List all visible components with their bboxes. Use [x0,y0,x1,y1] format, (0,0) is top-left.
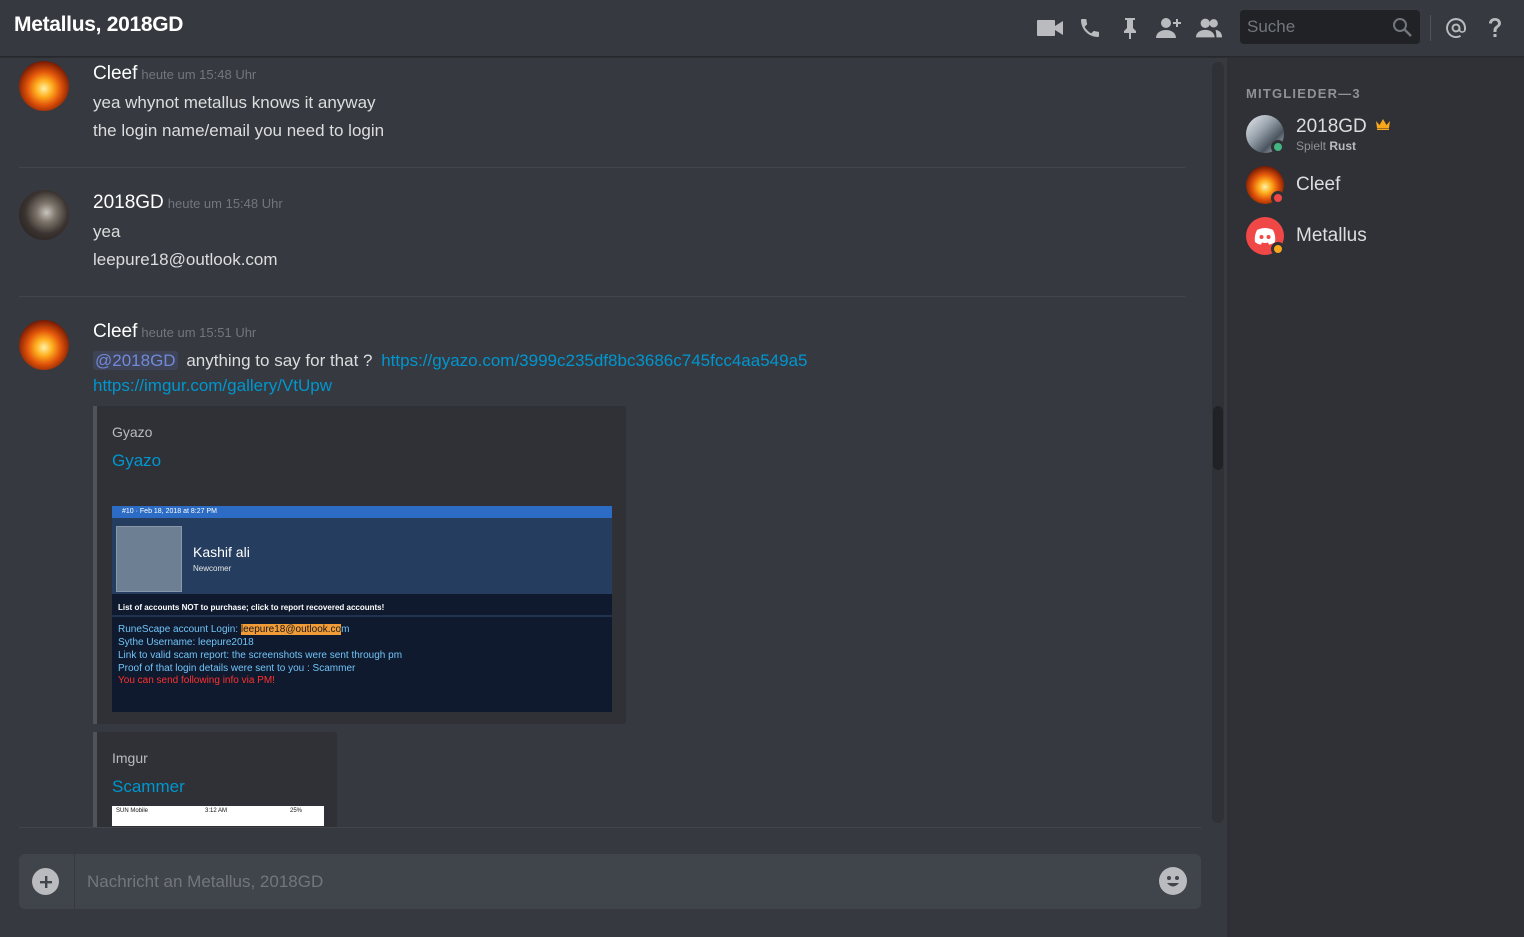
idle-status-icon [1271,242,1285,256]
video-call-icon[interactable] [1036,14,1064,42]
avatar[interactable] [19,190,69,240]
message-composer [19,854,1201,909]
imgur-embed: Imgur Scammer SUN Mobile 3:12 AM 25% [93,732,337,827]
message-text: yea [93,222,121,241]
add-friend-icon[interactable] [1155,14,1183,42]
member-list-heading: MITGLIEDER—3 [1246,86,1361,101]
message-author[interactable]: 2018GD heute um 15:48 Uhr [93,192,283,214]
help-icon[interactable] [1481,14,1509,42]
search-box[interactable] [1240,10,1420,44]
message-timestamp: heute um 15:48 Uhr [167,196,283,211]
emoji-picker-icon[interactable] [1159,867,1187,895]
image-text-highlight: leepure18@outlook.co [240,624,342,635]
image-username: Kashif ali [193,544,250,560]
member-name: Cleef [1296,174,1341,195]
member-name-text: 2018GD [1296,116,1367,137]
member-item-2018gd[interactable]: 2018GD Spielt Rust [1227,110,1524,156]
embed-thumbnail[interactable]: SUN Mobile 3:12 AM 25% [112,806,324,826]
member-name: 2018GD [1296,114,1391,138]
image-topbar: #10 · Feb 18, 2018 at 8:27 PM [112,506,612,518]
scrollbar-thumb[interactable] [1213,406,1223,470]
message-list: Cleef heute um 15:48 Uhr yea whynot metal… [0,58,1212,827]
thumb-carrier: SUN Mobile [116,808,149,814]
image-text: You can send following info via PM! [118,675,275,686]
online-status-icon [1271,140,1285,154]
member-list-icon[interactable] [1195,14,1223,42]
author-name[interactable]: 2018GD [93,192,164,213]
member-item-metallus[interactable]: Metallus [1227,212,1524,258]
member-activity: Spielt Rust [1296,139,1356,153]
image-rank: Newcomer [193,564,232,573]
profile-placeholder-icon [116,526,182,592]
image-text-tail: m [341,624,350,635]
image-text: RuneScape account Login: leepure18@outlo… [118,624,349,635]
message-group: Cleef heute um 15:51 Uhr @2018GD anything… [0,318,1200,827]
thumb-time: 3:12 AM [205,808,228,814]
user-mention[interactable]: @2018GD [93,351,178,370]
message-divider [19,167,1185,168]
avatar[interactable] [19,61,69,111]
image-text-label: RuneScape account Login: [118,624,239,635]
message-text: @2018GD anything to say for that ? https… [93,351,807,371]
message-text: https://imgur.com/gallery/VtUpw [93,376,332,396]
gyazo-link[interactable]: https://gyazo.com/3999c235df8bc3686c745f… [381,351,807,370]
member-name: Metallus [1296,225,1367,246]
composer-separator [74,854,75,909]
member-item-cleef[interactable]: Cleef [1227,161,1524,207]
dnd-status-icon [1271,191,1285,205]
imgur-link[interactable]: https://imgur.com/gallery/VtUpw [93,376,332,395]
crown-icon [1376,114,1391,136]
search-icon[interactable] [1392,17,1412,37]
search-input[interactable] [1240,10,1390,44]
author-name[interactable]: Cleef [93,321,137,342]
message-text: leepure18@outlook.com [93,250,278,269]
image-heading: List of accounts NOT to purchase; click … [112,599,612,617]
message-timestamp: heute um 15:51 Uhr [141,325,257,340]
message-divider [19,296,1185,297]
image-text: Sythe Username: leepure2018 [118,637,254,648]
embed-title[interactable]: Gyazo [112,451,161,471]
activity-game: Rust [1329,139,1357,153]
message-text: yea whynot metallus knows it anyway [93,93,376,112]
pinned-messages-icon[interactable] [1116,14,1144,42]
gyazo-embed: Gyazo Gyazo #10 · Feb 18, 2018 at 8:27 P… [93,406,626,724]
avatar[interactable] [19,320,69,370]
mentions-icon[interactable] [1442,14,1470,42]
thumb-battery: 25% [290,808,303,814]
message-timestamp: heute um 15:48 Uhr [141,67,257,82]
image-text: Proof of that login details were sent to… [118,663,356,674]
embed-provider: Gyazo [112,424,153,440]
message-text: the login name/email you need to login [93,121,385,140]
message-author[interactable]: Cleef heute um 15:48 Uhr [93,63,256,85]
author-name[interactable]: Cleef [93,63,137,84]
activity-prefix: Spielt [1296,139,1327,153]
voice-call-icon[interactable] [1076,14,1104,42]
chat-header: Metallus, 2018GD [0,0,1524,57]
embed-title[interactable]: Scammer [112,777,185,797]
upload-plus-icon[interactable] [32,868,59,895]
image-text: Link to valid scam report: the screensho… [118,650,403,661]
composer-divider [19,827,1201,828]
header-divider [1430,15,1431,41]
message-body: anything to say for that ? [186,351,373,370]
message-author[interactable]: Cleef heute um 15:51 Uhr [93,321,256,343]
message-input[interactable] [87,854,1137,909]
embed-provider: Imgur [112,750,148,766]
channel-title: Metallus, 2018GD [14,13,184,36]
member-list: MITGLIEDER—3 2018GD Spielt Rust Cleef Me… [1227,58,1524,937]
image-profile: Kashif ali Newcomer [112,518,612,594]
embed-image[interactable]: #10 · Feb 18, 2018 at 8:27 PM Kashif ali… [112,506,612,712]
